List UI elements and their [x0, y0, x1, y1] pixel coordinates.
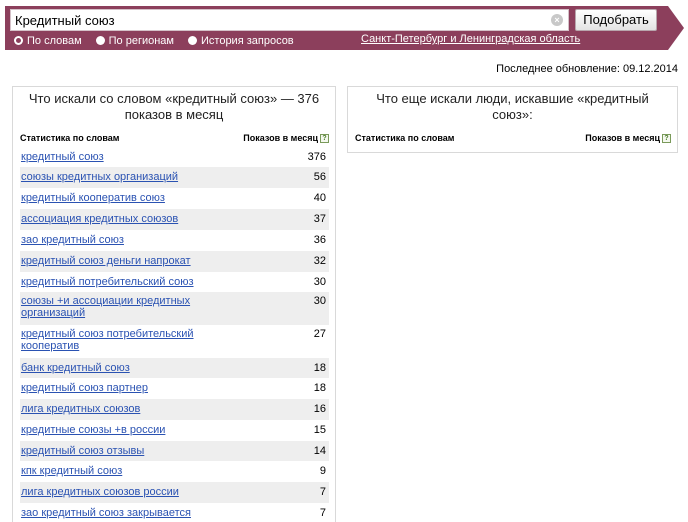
- help-icon[interactable]: ?: [320, 133, 329, 143]
- table-row: кредитный кооператив союз 40: [20, 188, 329, 209]
- impressions-count: 30: [313, 276, 326, 288]
- panel-title: Что еще искали люди, искавшие «кредитный…: [376, 91, 649, 122]
- related-panel: Что еще искали люди, искавшие «кредитный…: [347, 86, 678, 153]
- impressions-count: 7: [319, 507, 326, 519]
- table-row: лига кредитных союзов 16: [20, 399, 329, 420]
- phrase-link[interactable]: кредитный потребительский союз: [21, 276, 251, 288]
- radio-icon[interactable]: [95, 36, 105, 45]
- column-header-count: Показов в месяц ?: [585, 133, 671, 143]
- impressions-count: 30: [313, 295, 326, 307]
- search-bar: × Подобрать По словам По регионам Истори…: [0, 0, 688, 50]
- phrase-link[interactable]: кредитные союзы +в россии: [21, 424, 251, 436]
- table-row: банк кредитный союз 18: [20, 358, 329, 378]
- impressions-count: 32: [313, 255, 326, 267]
- impressions-count: 16: [313, 403, 326, 415]
- phrase-link[interactable]: кредитный союз: [21, 151, 251, 163]
- phrase-link[interactable]: кредитный союз потребительский кооперати…: [21, 328, 251, 352]
- table-row: кредитный союз потребительский кооперати…: [20, 325, 329, 358]
- submit-button[interactable]: Подобрать: [575, 9, 657, 31]
- table-row: союзы кредитных организаций 56: [20, 167, 329, 188]
- mode-label: По словам: [27, 34, 82, 47]
- phrase-link[interactable]: кредитный союз деньги напрокат: [21, 255, 251, 267]
- phrase-link[interactable]: лига кредитных союзов россии: [21, 486, 251, 498]
- table-row: кредитный союз отзывы 14: [20, 441, 329, 461]
- phrase-link[interactable]: банк кредитный союз: [21, 362, 251, 374]
- phrase-link[interactable]: союзы +и ассоциации кредитных организаци…: [21, 295, 251, 319]
- table-row: ассоциация кредитных союзов 37: [20, 209, 329, 230]
- mode-label: История запросов: [201, 34, 294, 47]
- results-panel: Что искали со словом «кредитный союз» — …: [12, 86, 336, 522]
- table-row: лига кредитных союзов россии 7: [20, 482, 329, 503]
- mode-history[interactable]: История запросов: [188, 35, 294, 47]
- impressions-count: 37: [313, 213, 326, 225]
- impressions-count: 14: [313, 445, 326, 457]
- impressions-count: 18: [313, 362, 326, 374]
- column-header-phrase: Статистика по словам: [20, 133, 120, 143]
- table-row: кредитный союз партнер 18: [20, 378, 329, 399]
- search-bar-arrow: [668, 6, 684, 50]
- close-circle-icon[interactable]: ×: [551, 14, 563, 26]
- table-row: кредитные союзы +в россии 15: [20, 420, 329, 441]
- phrase-link[interactable]: лига кредитных союзов: [21, 403, 251, 415]
- table-row: союзы +и ассоциации кредитных организаци…: [20, 292, 329, 325]
- phrase-link[interactable]: ассоциация кредитных союзов: [21, 213, 251, 225]
- mode-by-regions[interactable]: По регионам: [95, 34, 174, 47]
- impressions-count: 27: [313, 328, 326, 340]
- impressions-count: 7: [319, 486, 326, 498]
- search-input[interactable]: [10, 9, 569, 31]
- radio-icon[interactable]: [14, 36, 23, 45]
- table-row: зао кредитный союз закрывается 7: [20, 503, 329, 522]
- help-icon[interactable]: ?: [662, 133, 671, 143]
- results-table: кредитный союз 376 союзы кредитных организ…: [20, 147, 329, 522]
- radio-icon[interactable]: [188, 36, 197, 45]
- impressions-count: 18: [313, 382, 326, 394]
- table-row: кпк кредитный союз 9: [20, 461, 329, 482]
- mode-by-words[interactable]: По словам: [14, 35, 82, 47]
- column-header-count: Показов в месяц ?: [243, 133, 329, 143]
- impressions-count: 376: [307, 151, 326, 163]
- phrase-link[interactable]: зао кредитный союз закрывается: [21, 507, 251, 519]
- table-row: кредитный союз деньги напрокат 32: [20, 251, 329, 272]
- search-mode-group: По словам По регионам История запросов: [14, 33, 308, 48]
- phrase-link[interactable]: кредитный союз отзывы: [21, 445, 251, 457]
- table-row: кредитный потребительский союз 30: [20, 272, 329, 292]
- mode-label: По регионам: [108, 34, 174, 47]
- column-header-count-label: Показов в месяц: [243, 133, 318, 143]
- phrase-link[interactable]: кредитный кооператив союз: [21, 192, 251, 204]
- impressions-count: 36: [313, 234, 326, 246]
- column-header-count-label: Показов в месяц: [585, 133, 660, 143]
- phrase-link[interactable]: кпк кредитный союз: [21, 465, 251, 477]
- impressions-count: 9: [319, 465, 326, 477]
- table-row: зао кредитный союз 36: [20, 230, 329, 251]
- impressions-count: 56: [313, 171, 326, 183]
- table-row: кредитный союз 376: [20, 147, 329, 167]
- column-header-phrase: Статистика по словам: [355, 133, 455, 143]
- phrase-link[interactable]: зао кредитный союз: [21, 234, 251, 246]
- impressions-count: 15: [313, 424, 326, 436]
- region-link[interactable]: Санкт-Петербург и Ленинградская область: [361, 33, 580, 45]
- impressions-count: 40: [313, 192, 326, 204]
- column-headers: Статистика по словам Показов в месяц ?: [20, 133, 329, 146]
- phrase-link[interactable]: союзы кредитных организаций: [21, 171, 251, 183]
- phrase-link[interactable]: кредитный союз партнер: [21, 382, 251, 394]
- panel-title: Что искали со словом «кредитный союз» — …: [28, 91, 320, 122]
- column-headers: Статистика по словам Показов в месяц ?: [355, 133, 671, 146]
- last-updated: Последнее обновление: 09.12.2014: [496, 63, 678, 75]
